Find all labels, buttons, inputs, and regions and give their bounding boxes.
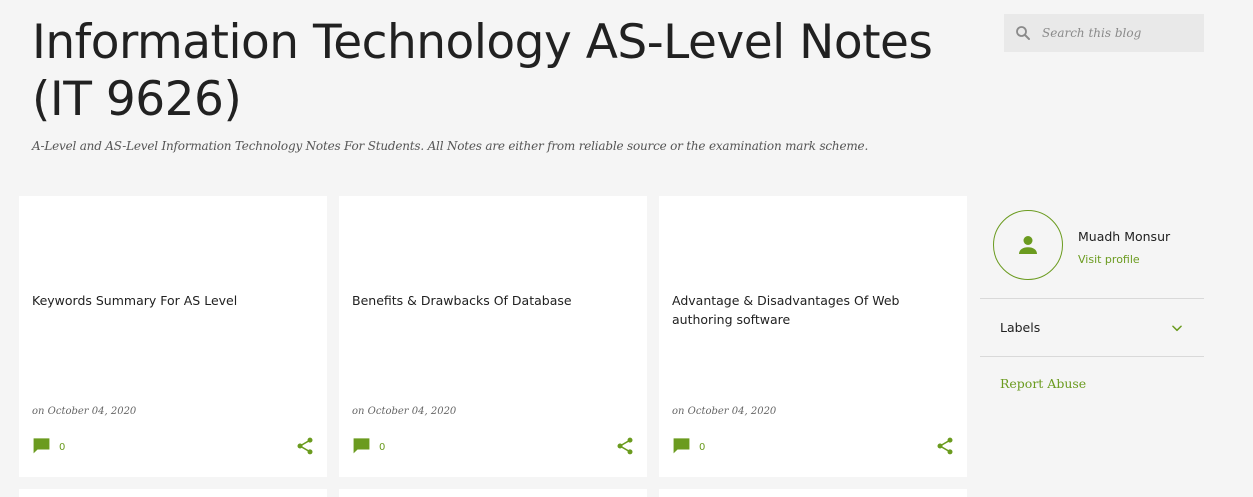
share-icon[interactable] <box>295 436 315 456</box>
post-title[interactable]: Keywords Summary For AS Level <box>32 291 317 310</box>
post-date: on October 04, 2020 <box>672 406 777 417</box>
post-card: Benefits & Drawbacks Of Database on Octo… <box>339 196 647 477</box>
post-title[interactable]: Benefits & Drawbacks Of Database <box>352 291 637 310</box>
blog-title[interactable]: Information Technology AS-Level Notes (I… <box>32 14 982 128</box>
post-card-next-row <box>659 489 967 497</box>
sidebar-divider <box>980 356 1204 357</box>
post-card-next-row <box>19 489 327 497</box>
comment-icon <box>353 438 370 454</box>
share-icon[interactable] <box>935 436 955 456</box>
comment-icon <box>673 438 690 454</box>
post-card-next-row <box>339 489 647 497</box>
person-icon <box>1019 236 1037 254</box>
search-box[interactable] <box>1004 14 1204 52</box>
search-icon[interactable] <box>1014 24 1032 42</box>
share-icon[interactable] <box>615 436 635 456</box>
labels-toggle[interactable]: Labels <box>980 299 1204 356</box>
comment-link[interactable]: 0 <box>32 436 65 455</box>
post-title[interactable]: Advantage & Disadvantages Of Web authori… <box>672 291 957 329</box>
avatar[interactable] <box>993 210 1063 280</box>
comment-link[interactable]: 0 <box>352 436 385 455</box>
comment-icon <box>33 438 50 454</box>
post-card: Advantage & Disadvantages Of Web authori… <box>659 196 967 477</box>
post-date: on October 04, 2020 <box>32 406 137 417</box>
post-date: on October 04, 2020 <box>352 406 457 417</box>
visit-profile-link[interactable]: Visit profile <box>1078 253 1140 266</box>
labels-heading: Labels <box>1000 320 1041 335</box>
post-card: Keywords Summary For AS Level on October… <box>19 196 327 477</box>
search-input[interactable] <box>1042 23 1197 43</box>
chevron-down-icon <box>1172 325 1182 332</box>
blog-page: Information Technology AS-Level Notes (I… <box>0 0 1253 497</box>
blog-description: A-Level and AS-Level Information Technol… <box>32 139 869 153</box>
comment-count: 0 <box>379 441 386 453</box>
profile-name[interactable]: Muadh Monsur <box>1078 229 1170 244</box>
report-abuse-link[interactable]: Report Abuse <box>1000 376 1086 391</box>
comment-count: 0 <box>59 441 66 453</box>
comment-link[interactable]: 0 <box>672 436 705 455</box>
comment-count: 0 <box>699 441 706 453</box>
